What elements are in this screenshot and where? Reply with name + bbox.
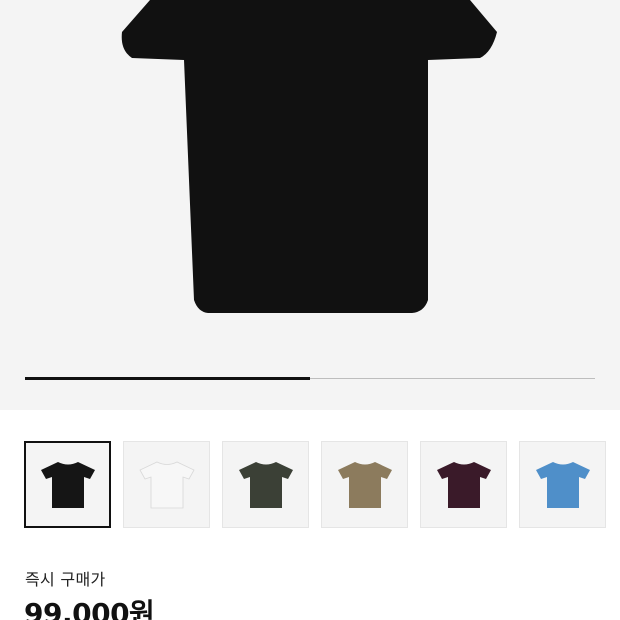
color-thumbnail-olive-tan[interactable] (321, 441, 408, 528)
gallery-progress-fill (25, 377, 310, 380)
color-thumbnail-dark-green[interactable] (222, 441, 309, 528)
tshirt-icon (138, 461, 195, 508)
product-main-image (121, 0, 497, 313)
tshirt-icon (238, 461, 293, 508)
tshirt-icon (535, 461, 590, 508)
instant-buy-price: 99,000원 (24, 597, 155, 620)
color-thumbnail-black[interactable] (24, 441, 111, 528)
color-thumbnail-blue[interactable] (519, 441, 606, 528)
color-thumbnail-list (24, 441, 606, 529)
tshirt-icon (337, 461, 392, 508)
tshirt-icon (40, 461, 95, 508)
product-image-area[interactable] (0, 0, 620, 410)
color-thumbnail-white[interactable] (123, 441, 210, 528)
gallery-progress-track (25, 377, 595, 380)
instant-buy-price-label: 즉시 구매가 (25, 570, 106, 589)
tshirt-icon (436, 461, 491, 508)
color-thumbnail-burgundy[interactable] (420, 441, 507, 528)
tshirt-body-shape (121, 0, 497, 313)
